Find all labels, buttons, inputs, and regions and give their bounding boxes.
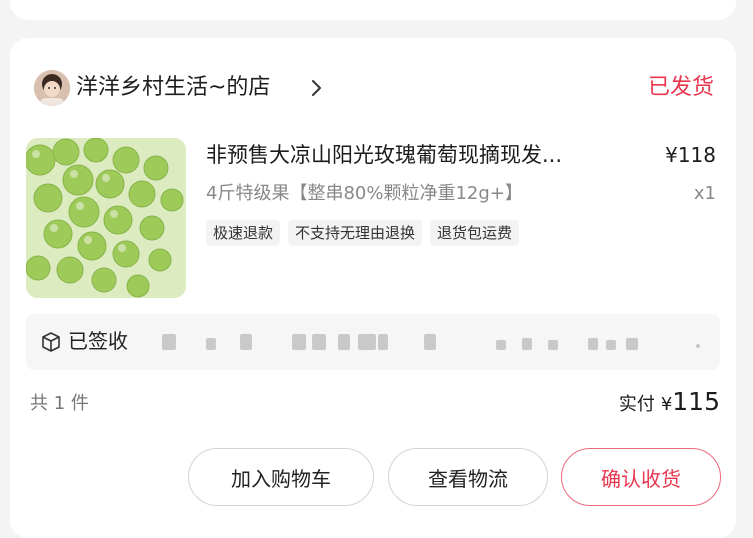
- order-status: 已发货: [647, 75, 714, 100]
- logistics-status: 已签收: [68, 329, 128, 353]
- product-quantity: x1: [693, 183, 716, 204]
- service-tag: 不支持无理由退换: [288, 220, 423, 246]
- shop-header[interactable]: 洋洋乡村生活~的店 已发货: [10, 68, 736, 108]
- paid-amount: 115: [672, 387, 720, 416]
- service-tag: 退货包运费: [430, 220, 520, 246]
- product-spec: 4斤特级果【整串80%颗粒净重12g+】: [206, 183, 523, 204]
- order-card: 洋洋乡村生活~的店 已发货 非预售大凉山阳光玫瑰葡萄现摘现发... ¥118 4…: [10, 38, 736, 538]
- product-title[interactable]: 非预售大凉山阳光玫瑰葡萄现摘现发...: [206, 141, 646, 169]
- shop-avatar: [34, 70, 70, 106]
- view-logistics-button[interactable]: 查看物流: [388, 448, 548, 506]
- shop-name[interactable]: 洋洋乡村生活~的店: [76, 74, 270, 102]
- paid-currency: ¥: [660, 394, 673, 415]
- previous-order-card: [10, 0, 736, 20]
- chevron-right-icon[interactable]: [308, 74, 326, 102]
- paid-total: 实付 ¥115: [619, 386, 720, 421]
- product-image[interactable]: [26, 138, 186, 298]
- logistics-bar[interactable]: 已签收: [26, 314, 720, 370]
- product-price: ¥118: [665, 143, 716, 167]
- service-tag: 极速退款: [206, 220, 281, 246]
- add-to-cart-button[interactable]: 加入购物车: [188, 448, 374, 506]
- paid-label: 实付: [618, 394, 655, 415]
- service-tags: 极速退款 不支持无理由退换 退货包运费: [206, 220, 520, 246]
- package-icon: [40, 331, 62, 353]
- confirm-receipt-button[interactable]: 确认收货: [561, 448, 721, 506]
- item-count: 共 1 件: [30, 393, 89, 414]
